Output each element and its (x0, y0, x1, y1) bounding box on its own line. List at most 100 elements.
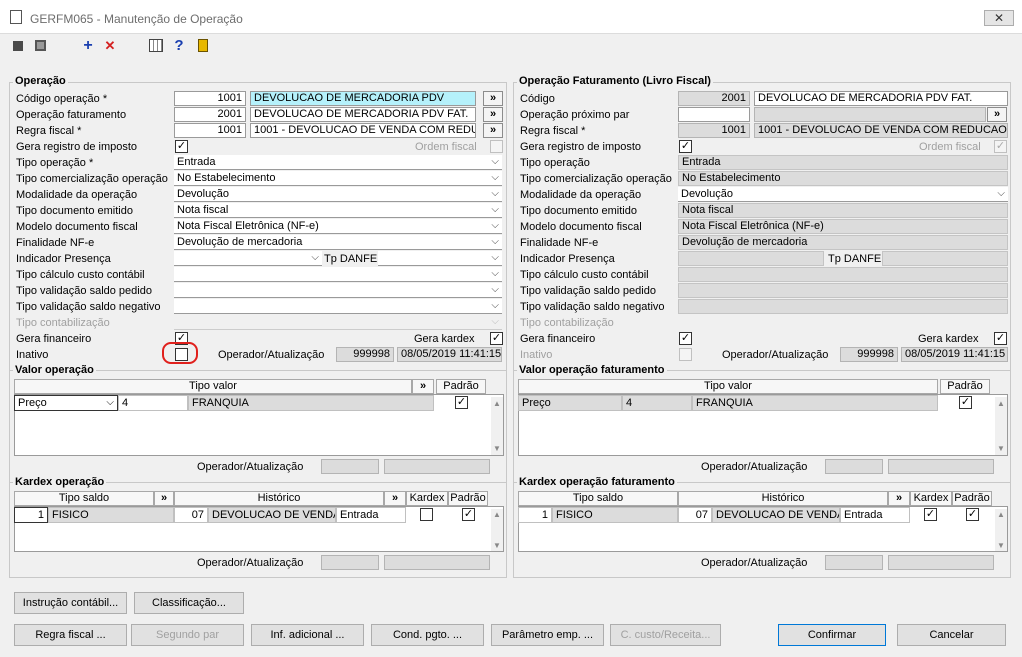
valor-desc-cell: FRANQUIA (188, 395, 434, 411)
classificacao-button[interactable]: Classificação... (134, 592, 244, 614)
segundo-par-button[interactable]: Segundo par (131, 624, 244, 646)
valor-padrao-checkbox[interactable]: ✓ (455, 396, 468, 409)
fat-input[interactable]: 2001 (174, 107, 246, 122)
fat-codigo-label: Código (520, 93, 555, 105)
app-icon (10, 10, 22, 24)
fat-gera-kardex-checkbox: ✓ (994, 332, 1007, 345)
codigo-desc-field: DEVOLUCAO DE MERCADORIA PDV (250, 91, 476, 106)
close-button[interactable]: ✕ (984, 10, 1014, 26)
exit-icon[interactable] (10, 38, 26, 54)
fat-lookup-button[interactable]: » (483, 107, 503, 122)
kardex-hist-cell: DEVOLUCAO DE VENDA (208, 507, 336, 523)
chevron-down-icon[interactable]: ⌵ (491, 155, 499, 169)
tipo-com-label: Tipo comercialização operação (16, 173, 168, 185)
codigo-label: Código operação * (16, 93, 108, 105)
fat-valor-col-tipo: Tipo valor (518, 379, 938, 394)
tipo-com-select[interactable]: No Estabelecimento ⌵ (174, 171, 502, 186)
tipo-doc-select[interactable]: Nota fiscal ⌵ (174, 203, 502, 218)
regra-lookup-button[interactable]: » (483, 123, 503, 138)
val-pedido-select[interactable]: ⌵ (174, 283, 502, 298)
valor-num-cell[interactable]: 4 (118, 395, 188, 411)
kardex-col-hist-more[interactable]: » (384, 491, 406, 506)
codigo-lookup-button[interactable]: » (483, 91, 503, 106)
fat-kardex-col-hist: Histórico (678, 491, 888, 506)
chevron-down-icon[interactable]: ⌵ (311, 251, 319, 265)
codigo-input[interactable]: 1001 (174, 91, 246, 106)
fat-val-negativo-field (678, 299, 1008, 314)
chevron-down-icon[interactable]: ⌵ (491, 235, 499, 249)
regra-fiscal-button[interactable]: Regra fiscal ... (14, 624, 127, 646)
valor-col-tipo: Tipo valor (14, 379, 412, 394)
confirmar-button[interactable]: Confirmar (778, 624, 886, 646)
fat-valor-atualizacao-field (888, 459, 994, 474)
gera-registro-label: Gera registro de imposto (16, 141, 138, 153)
add-icon[interactable]: + (80, 38, 96, 54)
kardex-col-tipo-more[interactable]: » (154, 491, 174, 506)
kardex-tipo-cell: FISICO (48, 507, 174, 523)
chevron-down-icon[interactable]: ⌵ (491, 267, 499, 281)
cond-pgto-button[interactable]: Cond. pgto. ... (371, 624, 484, 646)
fat-val-negativo-label: Tipo validação saldo negativo (520, 301, 665, 313)
chevron-down-icon[interactable]: ⌵ (491, 171, 499, 185)
gera-kardex-checkbox[interactable]: ✓ (490, 332, 503, 345)
fat-valor-col-padrao: Padrão (940, 379, 990, 394)
fat-codigo-field: 2001 (678, 91, 750, 106)
delete-icon[interactable]: ✕ (102, 38, 118, 54)
custo-receita-button[interactable]: C. custo/Receita... (610, 624, 721, 646)
tipo-operacao-value: Entrada (177, 156, 216, 168)
fat-codigo-desc-field: DEVOLUCAO DE MERCADORIA PDV FAT. (754, 91, 1008, 106)
door-exit-icon[interactable] (195, 38, 211, 54)
kardex-scrollbar[interactable]: ▲ ▼ (491, 509, 503, 551)
inf-adicional-button[interactable]: Inf. adicional ... (251, 624, 364, 646)
kardex-padrao-checkbox[interactable]: ✓ (462, 508, 475, 521)
val-negativo-select[interactable]: ⌵ (174, 299, 502, 314)
calculator-icon[interactable] (148, 38, 164, 54)
operador-label: Operador/Atualização (218, 349, 325, 361)
instrucao-contabil-button[interactable]: Instrução contábil... (14, 592, 127, 614)
modalidade-select[interactable]: Devolução ⌵ (174, 187, 502, 202)
chevron-down-icon[interactable]: ⌵ (491, 299, 499, 313)
tipo-operacao-select[interactable]: Entrada ⌵ (174, 155, 502, 170)
valor-tipo-select[interactable]: Preço ⌵ (14, 395, 118, 411)
chevron-down-icon[interactable]: ⌵ (491, 203, 499, 217)
kardex-operador-label: Operador/Atualização (197, 557, 304, 569)
fat-gera-registro-label: Gera registro de imposto (520, 141, 642, 153)
chevron-down-icon[interactable]: ⌵ (491, 187, 499, 201)
chevron-down-icon[interactable]: ⌵ (491, 283, 499, 297)
fat-ordem-fiscal-checkbox: ✓ (994, 140, 1007, 153)
fat-kardex-scrollbar[interactable]: ▲ ▼ (995, 509, 1007, 551)
cancelar-button[interactable]: Cancelar (897, 624, 1006, 646)
indicador-select[interactable]: ⌵ (174, 251, 322, 266)
modelo-select[interactable]: Nota Fiscal Eletrônica (NF-e) ⌵ (174, 219, 502, 234)
ordem-fiscal-label: Ordem fiscal (415, 141, 477, 153)
valor-scrollbar[interactable]: ▲ ▼ (491, 397, 503, 455)
custo-select[interactable]: ⌵ (174, 267, 502, 282)
copy-icon[interactable] (33, 38, 49, 54)
tpdanfe-select[interactable]: ⌵ (378, 251, 502, 266)
kardex-hist-num-cell[interactable]: 07 (174, 507, 208, 523)
finalidade-select[interactable]: Devolução de mercadoria ⌵ (174, 235, 502, 250)
fat-operador-field: 999998 (840, 347, 898, 362)
chevron-down-icon[interactable]: ⌵ (997, 187, 1005, 201)
fat-kardex-operador-label: Operador/Atualização (701, 557, 808, 569)
fat-kardex-hist-cell: DEVOLUCAO DE VENDA (712, 507, 840, 523)
fat-modalidade-label: Modalidade da operação (520, 189, 642, 201)
fat-prox-input[interactable] (678, 107, 750, 122)
regra-input[interactable]: 1001 (174, 123, 246, 138)
fat-gera-financeiro-checkbox: ✓ (679, 332, 692, 345)
valor-col-more[interactable]: » (412, 379, 434, 394)
kardex-kardex-checkbox[interactable] (420, 508, 433, 521)
chevron-down-icon[interactable]: ⌵ (491, 219, 499, 233)
fat-modalidade-select[interactable]: Devolução ⌵ (678, 187, 1008, 202)
help-icon[interactable]: ? (171, 38, 187, 54)
fat-kardex-hist-num-cell: 07 (678, 507, 712, 523)
kardex-num-cell[interactable]: 1 (14, 507, 48, 523)
parametro-emp-button[interactable]: Parâmetro emp. ... (491, 624, 604, 646)
fat-prox-lookup-button[interactable]: » (987, 107, 1007, 122)
fat-kardex-col-hist-more[interactable]: » (888, 491, 910, 506)
chevron-down-icon[interactable]: ⌵ (106, 396, 114, 410)
chevron-down-icon[interactable]: ⌵ (491, 251, 499, 265)
contabilizacao-select: ⌵ (174, 315, 502, 330)
gera-registro-checkbox[interactable]: ✓ (175, 140, 188, 153)
fat-valor-scrollbar[interactable]: ▲ ▼ (995, 397, 1007, 455)
